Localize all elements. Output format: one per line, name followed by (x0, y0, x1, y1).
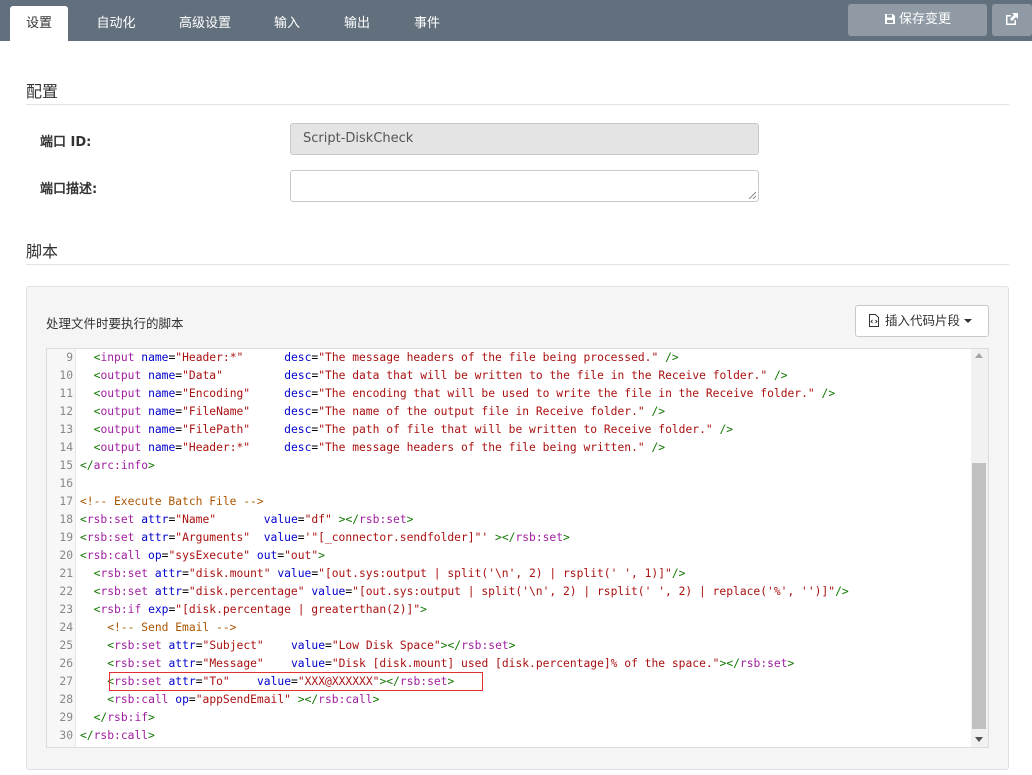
code-text: <output name="Header:*" desc="The messag… (93, 441, 666, 454)
chevron-down-icon (964, 319, 973, 323)
line-number: 24 (59, 621, 73, 634)
tab-input[interactable]: 输入 (260, 6, 314, 41)
resize-grip-icon[interactable] (748, 191, 756, 199)
code-text: <!-- Send Email --> (80, 621, 237, 634)
line-number: 19 (59, 531, 73, 544)
scroll-down-arrow-icon[interactable] (975, 737, 983, 742)
code-line[interactable]: 11 <output name="Encoding" desc="The enc… (47, 385, 971, 403)
line-number: 11 (59, 387, 73, 400)
line-number: 13 (59, 423, 73, 436)
code-text: <rsb:call op="appSendEmail" ></rsb:call> (107, 693, 380, 706)
tab-automation[interactable]: 自动化 (80, 6, 152, 41)
config-divider (26, 104, 1009, 105)
line-number: 18 (59, 513, 73, 526)
line-number: 9 (66, 351, 73, 364)
external-link-icon (1006, 13, 1018, 25)
code-text: </rsb:if> (93, 711, 155, 724)
floppy-disk-icon (884, 14, 895, 24)
code-text: <output name="Encoding" desc="The encodi… (93, 387, 836, 400)
port-id-label: 端口 ID: (40, 135, 92, 150)
code-line[interactable]: 21 <rsb:set attr="disk.mount" value="[ou… (47, 565, 971, 583)
script-code-editor[interactable]: 9 <input name="Header:*" desc="The messa… (46, 348, 989, 748)
code-line[interactable]: 22 <rsb:set attr="disk.percentage" value… (47, 583, 971, 601)
code-text: <rsb:call op="sysExecute" out="out"> (80, 549, 325, 562)
code-line[interactable]: 25 <rsb:set attr="Subject" value="Low Di… (47, 637, 971, 655)
code-text: <output name="FileName" desc="The name o… (93, 405, 666, 418)
port-id-field[interactable]: Script-DiskCheck (290, 123, 759, 155)
config-section-title: 配置 (26, 82, 59, 101)
code-text: <output name="FilePath" desc="The path o… (93, 423, 734, 436)
code-text: <rsb:set attr="Name" value="df" ></rsb:s… (80, 513, 414, 526)
line-number: 30 (59, 729, 73, 742)
line-number: 23 (59, 603, 73, 616)
insert-snippet-label: 插入代码片段 (885, 313, 961, 328)
line-number: 17 (59, 495, 73, 508)
code-text: </rsb:call> (80, 729, 155, 742)
script-section-title: 脚本 (26, 242, 59, 261)
highlighted-code-line-box (109, 672, 483, 691)
code-line[interactable]: 18 <rsb:set attr="Name" value="df" ></rsb… (47, 511, 971, 529)
code-text: <output name="Data" desc="The data that … (93, 369, 788, 382)
save-changes-label: 保存变更 (898, 12, 951, 27)
code-line[interactable]: 15 </arc:info> (47, 457, 971, 475)
line-number: 21 (59, 567, 73, 580)
open-external-button[interactable] (992, 4, 1032, 36)
code-text: </arc:info> (80, 459, 155, 472)
code-line[interactable]: 17 <!-- Execute Batch File --> (47, 493, 971, 511)
tab-output[interactable]: 输出 (330, 6, 384, 41)
code-line[interactable]: 9 <input name="Header:*" desc="The messa… (47, 349, 971, 367)
port-description-label: 端口描述: (40, 182, 98, 197)
code-text: <rsb:if exp="[disk.percentage | greatert… (93, 603, 427, 616)
line-number: 27 (59, 675, 73, 688)
port-description-field[interactable] (290, 170, 759, 202)
tab-settings[interactable]: 设置 (10, 6, 68, 41)
code-line[interactable]: 30 </rsb:call> (47, 727, 971, 745)
code-text: <!-- Execute Batch File --> (80, 495, 264, 508)
line-number: 25 (59, 639, 73, 652)
code-text: <rsb:set attr="Message" value="Disk [dis… (107, 657, 795, 670)
code-line[interactable]: 24 <!-- Send Email --> (47, 619, 971, 637)
top-tab-bar: 设置 自动化 高级设置 输入 输出 事件 保存变更 (0, 0, 1032, 41)
code-text: <rsb:set attr="Arguments" value='"[_conn… (80, 531, 570, 544)
save-changes-button[interactable]: 保存变更 (848, 4, 987, 36)
line-number: 14 (59, 441, 73, 454)
line-number: 12 (59, 405, 73, 418)
code-line[interactable]: 26 <rsb:set attr="Message" value="Disk [… (47, 655, 971, 673)
code-line[interactable]: 10 <output name="Data" desc="The data th… (47, 367, 971, 385)
insert-snippet-button[interactable]: 插入代码片段 (855, 305, 989, 337)
code-line[interactable]: 12 <output name="FileName" desc="The nam… (47, 403, 971, 421)
code-line[interactable]: 20 <rsb:call op="sysExecute" out="out"> (47, 547, 971, 565)
code-text: <rsb:set attr="Subject" value="Low Disk … (107, 639, 516, 652)
code-text: <input name="Header:*" desc="The message… (93, 351, 679, 364)
code-line[interactable]: 23 <rsb:if exp="[disk.percentage | great… (47, 601, 971, 619)
line-number: 20 (59, 549, 73, 562)
code-line[interactable]: 29 </rsb:if> (47, 709, 971, 727)
line-number: 15 (59, 459, 73, 472)
scrollbar-thumb[interactable] (972, 463, 986, 729)
script-panel: 处理文件时要执行的脚本 插入代码片段 9 <input name="Header… (26, 286, 1009, 770)
line-number: 16 (59, 477, 73, 490)
scroll-up-arrow-icon[interactable] (975, 353, 983, 358)
code-line[interactable]: 16 (47, 475, 971, 493)
code-file-icon (869, 314, 879, 327)
code-line[interactable]: 14 <output name="Header:*" desc="The mes… (47, 439, 971, 457)
code-line[interactable]: 13 <output name="FilePath" desc="The pat… (47, 421, 971, 439)
code-line[interactable]: 19 <rsb:set attr="Arguments" value='"[_co… (47, 529, 971, 547)
line-number: 29 (59, 711, 73, 724)
line-number: 26 (59, 657, 73, 670)
line-number: 28 (59, 693, 73, 706)
code-line[interactable]: 28 <rsb:call op="appSendEmail" ></rsb:ca… (47, 691, 971, 709)
script-divider (26, 264, 1009, 265)
tab-advanced-settings[interactable]: 高级设置 (166, 6, 244, 41)
code-text: <rsb:set attr="disk.mount" value="[out.s… (93, 567, 686, 580)
line-number: 22 (59, 585, 73, 598)
code-text: <rsb:set attr="disk.percentage" value="[… (93, 585, 849, 598)
tab-events[interactable]: 事件 (400, 6, 454, 41)
editor-scrollbar[interactable] (971, 349, 988, 747)
line-number: 10 (59, 369, 73, 382)
script-panel-title: 处理文件时要执行的脚本 (46, 316, 184, 331)
